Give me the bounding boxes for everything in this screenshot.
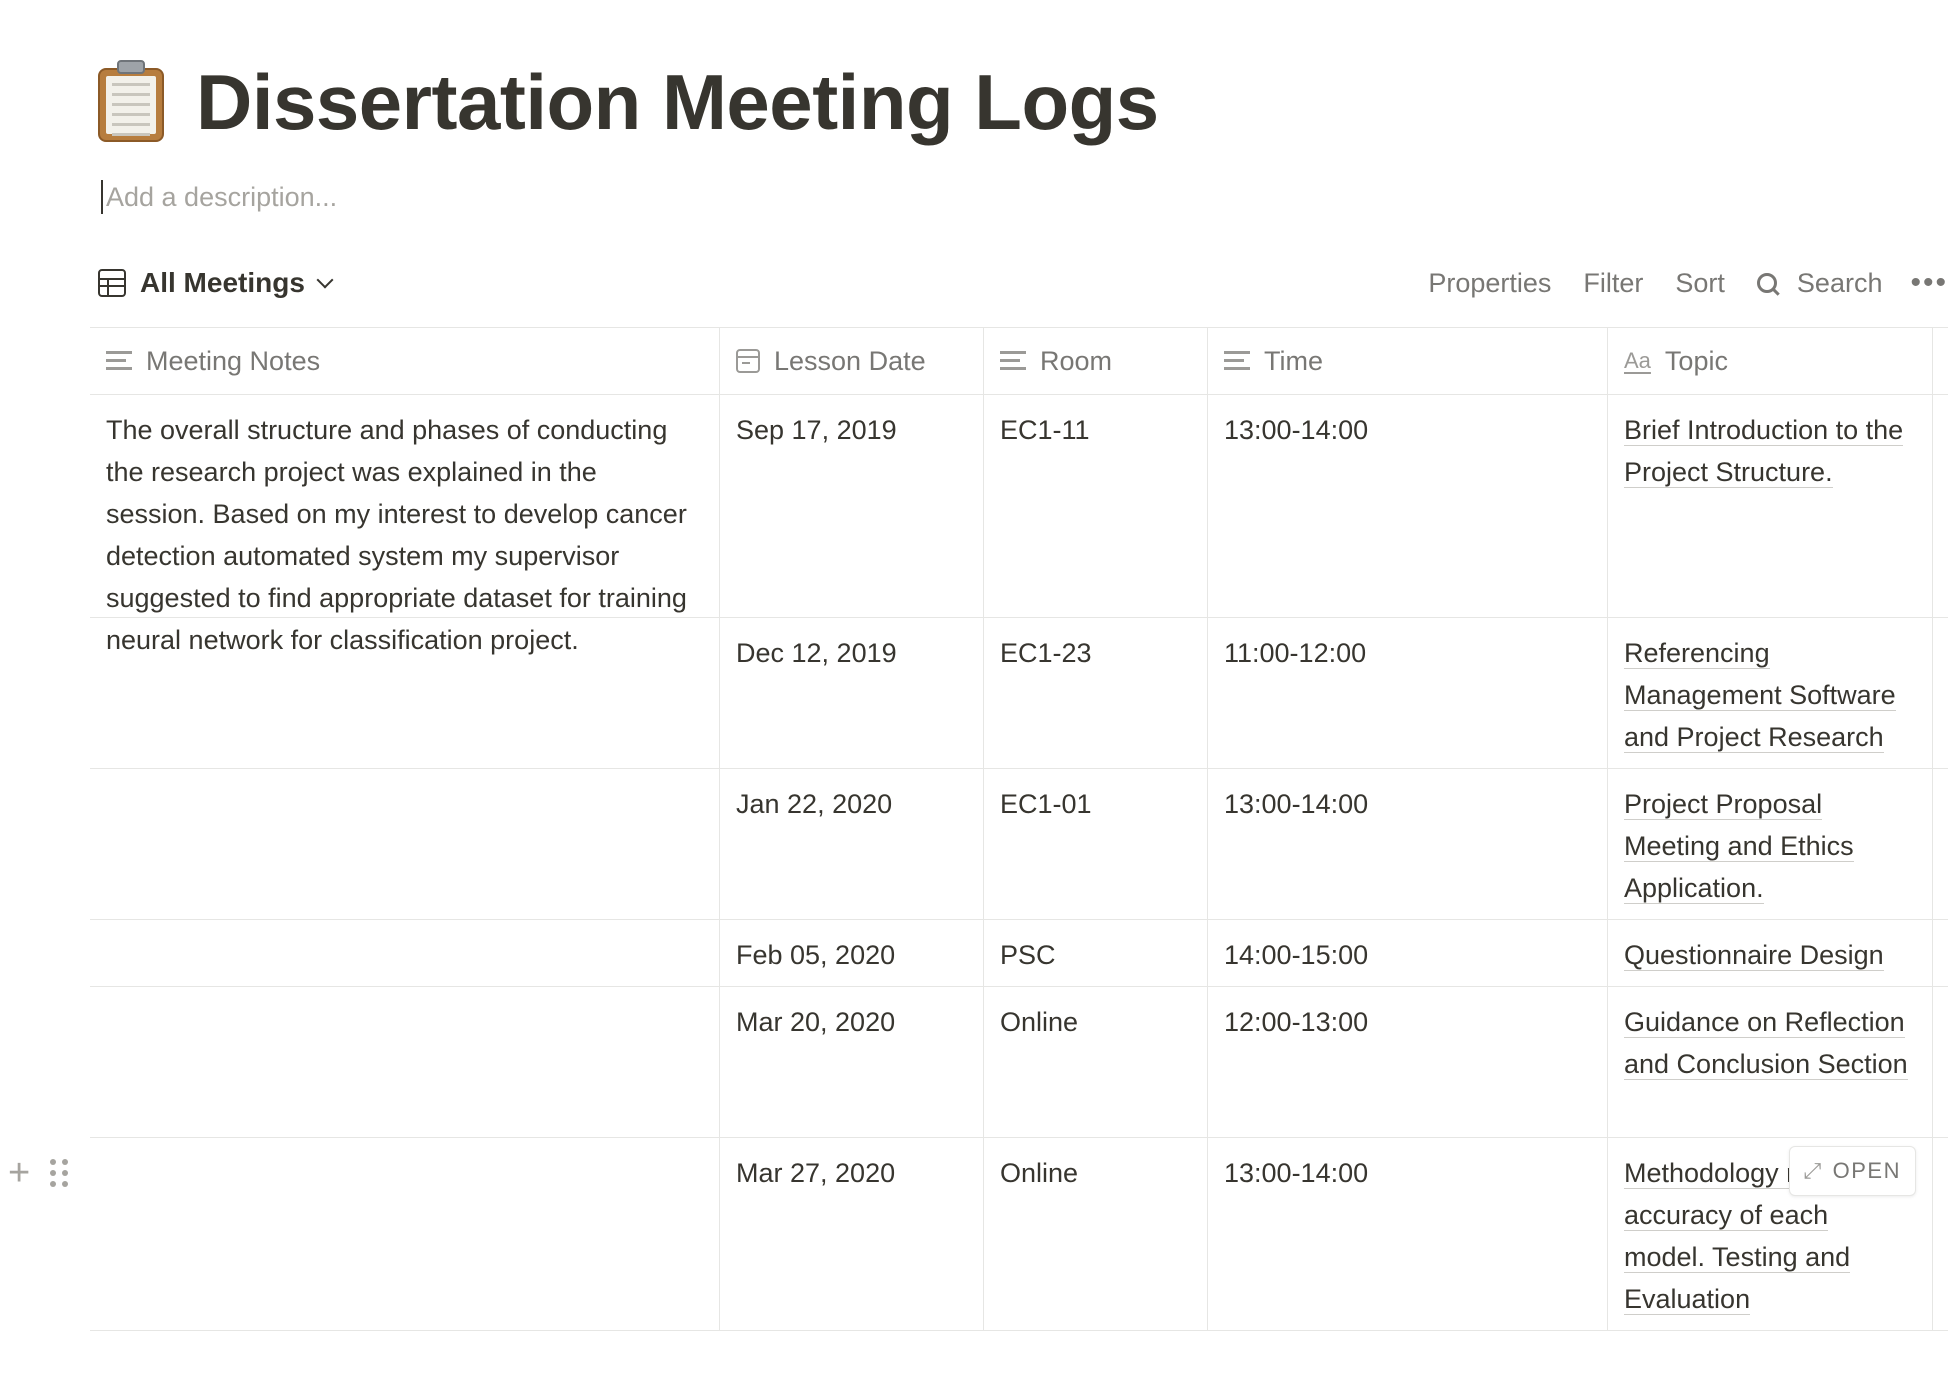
meeting-notes-cell[interactable]: [90, 987, 720, 1137]
description-field[interactable]: Add a description...: [101, 180, 337, 214]
meeting-notes-cell[interactable]: [90, 769, 720, 919]
topic-link[interactable]: Brief Introduction to the Project Struct…: [1624, 415, 1904, 488]
column-header-lesson-date[interactable]: Lesson Date: [720, 328, 984, 394]
row-hover-controls: +: [8, 1152, 69, 1194]
table-row: Dec 12, 2019 EC1-23 11:00-12:00 Referenc…: [90, 618, 1948, 769]
search-button[interactable]: Search: [1756, 267, 1883, 299]
time-cell[interactable]: 13:00-14:00: [1208, 1138, 1608, 1330]
column-label: Meeting Notes: [146, 346, 321, 376]
column-label: Lesson Date: [774, 346, 926, 376]
meeting-notes-cell[interactable]: [90, 618, 720, 768]
topic-link[interactable]: Guidance on Reflection and Conclusion Se…: [1624, 1007, 1908, 1080]
lesson-date-cell[interactable]: Mar 20, 2020: [720, 987, 984, 1137]
table-row: + Mar 27, 2020 Online 13:00-14:00 Method…: [8, 1138, 1948, 1331]
column-header-topic[interactable]: Aa Topic: [1608, 328, 1933, 394]
table-edge: [1933, 769, 1948, 919]
view-toolbar: All Meetings Properties Filter Sort Sear…: [90, 258, 1948, 308]
topic-link[interactable]: Project Proposal Meeting and Ethics Appl…: [1624, 789, 1854, 904]
search-icon: [1756, 273, 1777, 293]
properties-button[interactable]: Properties: [1428, 268, 1551, 299]
meeting-notes-cell[interactable]: The overall structure and phases of cond…: [90, 395, 720, 655]
room-cell[interactable]: Online: [984, 987, 1208, 1137]
lesson-date-cell[interactable]: Jan 22, 2020: [720, 769, 984, 919]
column-label: Room: [1040, 346, 1113, 376]
meeting-notes-cell[interactable]: [90, 1138, 720, 1330]
table-row: Feb 05, 2020 PSC 14:00-15:00 Questionnai…: [90, 920, 1948, 987]
column-label: Time: [1264, 346, 1323, 376]
more-options-icon[interactable]: •••: [1910, 266, 1948, 300]
drag-handle-icon[interactable]: [50, 1159, 69, 1187]
topic-cell[interactable]: Methodology requires accuracy of each mo…: [1608, 1138, 1933, 1330]
meeting-notes-cell[interactable]: [90, 920, 720, 986]
filter-button[interactable]: Filter: [1583, 268, 1643, 299]
lesson-date-cell[interactable]: Sep 17, 2019: [720, 395, 984, 617]
column-header-room[interactable]: Room: [984, 328, 1208, 394]
time-cell[interactable]: 12:00-13:00: [1208, 987, 1608, 1137]
topic-link[interactable]: Referencing Management Software and Proj…: [1624, 638, 1896, 753]
text-lines-icon: [106, 351, 132, 371]
chevron-down-icon: [316, 271, 334, 289]
room-cell[interactable]: EC1-11: [984, 395, 1208, 617]
table-edge: [1933, 328, 1948, 394]
table-row: Jan 22, 2020 EC1-01 13:00-14:00 Project …: [90, 769, 1948, 920]
table-header-row: Meeting Notes Lesson Date Room Time Aa T…: [90, 328, 1948, 395]
meetings-table: Meeting Notes Lesson Date Room Time Aa T…: [8, 327, 1948, 1331]
topic-cell[interactable]: Project Proposal Meeting and Ethics Appl…: [1608, 769, 1933, 919]
lesson-date-cell[interactable]: Mar 27, 2020: [720, 1138, 984, 1330]
text-lines-icon: [1000, 351, 1026, 371]
view-name: All Meetings: [140, 267, 305, 298]
open-row-button[interactable]: ⤢ OPEN: [1788, 1146, 1916, 1196]
table-edge: [1933, 618, 1948, 768]
table-edge: [1933, 987, 1948, 1137]
sort-button[interactable]: Sort: [1675, 268, 1725, 299]
text-lines-icon: [1224, 351, 1250, 371]
table-view-icon: [98, 269, 126, 297]
lesson-date-cell[interactable]: Feb 05, 2020: [720, 920, 984, 986]
column-header-meeting-notes[interactable]: Meeting Notes: [90, 328, 720, 394]
view-selector[interactable]: All Meetings: [98, 258, 334, 308]
lesson-date-cell[interactable]: Dec 12, 2019: [720, 618, 984, 768]
view-actions: Properties Filter Sort Search •••: [1396, 258, 1948, 308]
topic-cell[interactable]: Brief Introduction to the Project Struct…: [1608, 395, 1933, 617]
time-cell[interactable]: 14:00-15:00: [1208, 920, 1608, 986]
open-label: OPEN: [1832, 1158, 1901, 1183]
room-cell[interactable]: PSC: [984, 920, 1208, 986]
topic-cell[interactable]: Referencing Management Software and Proj…: [1608, 618, 1933, 768]
table-edge: [1933, 395, 1948, 617]
topic-link[interactable]: Questionnaire Design: [1624, 940, 1884, 971]
room-cell[interactable]: Online: [984, 1138, 1208, 1330]
search-label: Search: [1796, 267, 1883, 298]
page-header: Dissertation Meeting Logs: [96, 60, 1159, 144]
column-label: Topic: [1664, 346, 1728, 376]
clipboard-icon[interactable]: [96, 60, 168, 144]
calendar-icon: [736, 349, 760, 373]
table-row: The overall structure and phases of cond…: [90, 395, 1948, 655]
expand-arrow-icon: ⤢: [1803, 1158, 1823, 1183]
room-cell[interactable]: EC1-01: [984, 769, 1208, 919]
time-cell[interactable]: 13:00-14:00: [1208, 395, 1608, 617]
column-header-time[interactable]: Time: [1208, 328, 1608, 394]
room-cell[interactable]: EC1-23: [984, 618, 1208, 768]
table-edge: [1933, 1138, 1948, 1330]
table-row: Mar 20, 2020 Online 12:00-13:00 Guidance…: [90, 987, 1948, 1138]
page-title[interactable]: Dissertation Meeting Logs: [196, 63, 1159, 141]
time-cell[interactable]: 13:00-14:00: [1208, 769, 1608, 919]
table-edge: [1933, 920, 1948, 986]
topic-cell[interactable]: Questionnaire Design: [1608, 920, 1933, 986]
time-cell[interactable]: 11:00-12:00: [1208, 618, 1608, 768]
topic-cell[interactable]: Guidance on Reflection and Conclusion Se…: [1608, 987, 1933, 1137]
plus-icon[interactable]: +: [8, 1154, 30, 1192]
title-aa-icon: Aa: [1624, 348, 1651, 373]
